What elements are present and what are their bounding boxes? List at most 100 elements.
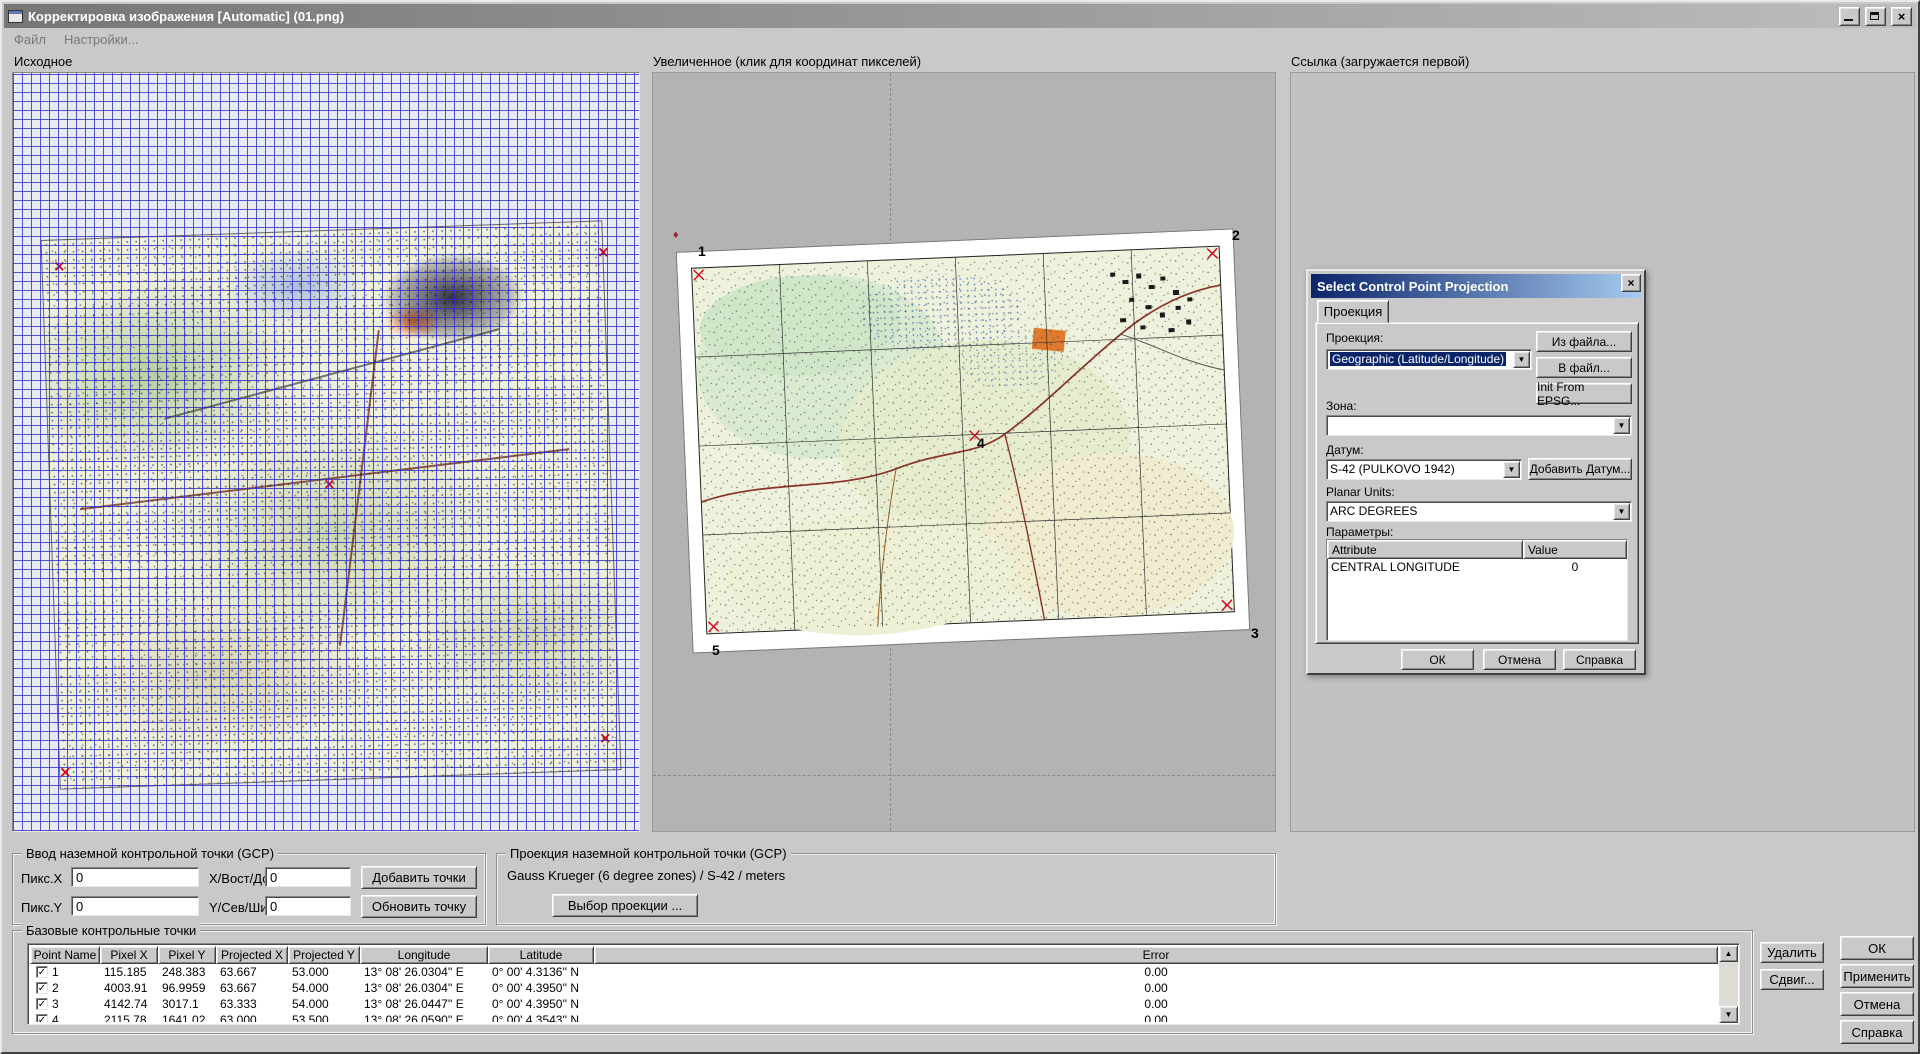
table-header-row: Point Name Pixel X Pixel Y Projected X P… — [30, 946, 1718, 964]
row-checkbox[interactable]: ✓ — [36, 998, 48, 1010]
planar-units-combobox[interactable]: ARC DEGREES ▼ — [1326, 501, 1632, 522]
parameter-attribute: CENTRAL LONGITUDE — [1327, 560, 1523, 574]
gcp-marker-1[interactable]: 1 — [698, 243, 706, 259]
pixel-y-label: Пикс.Y — [21, 900, 62, 915]
shift-button[interactable]: Сдвиг... — [1760, 969, 1824, 990]
column-header-error[interactable]: Error — [594, 946, 1718, 964]
table-row[interactable]: ✓2 4003.91 96.9959 63.667 54.000 13° 08'… — [30, 980, 1718, 996]
projection-combobox[interactable]: Geographic (Latitude/Longitude) ▼ — [1326, 349, 1532, 370]
longitude-value: 13° 08' 26.0304'' E — [360, 981, 488, 995]
longitude-value: 13° 08' 26.0304'' E — [360, 965, 488, 979]
dialog-cancel-button[interactable]: Отмена — [1483, 649, 1556, 670]
help-label: Справка — [1852, 1025, 1903, 1040]
table-scrollbar[interactable]: ▲ ▼ — [1719, 945, 1738, 1023]
point-name: 3 — [52, 997, 59, 1011]
dialog-ok-label: ОК — [1429, 653, 1445, 667]
gcp-marker-5[interactable]: 5 — [712, 642, 720, 658]
projected-y-value: 53.000 — [288, 965, 360, 979]
ok-button[interactable]: ОК — [1840, 936, 1914, 960]
column-header-latitude[interactable]: Latitude — [488, 946, 594, 964]
chevron-down-icon[interactable]: ▼ — [1503, 461, 1520, 478]
minimize-button[interactable] — [1839, 7, 1860, 26]
pixel-y-value: 248.383 — [158, 965, 216, 979]
help-button[interactable]: Справка — [1840, 1020, 1914, 1044]
gcp-marker-3[interactable]: 3 — [1251, 625, 1259, 641]
delete-point-button[interactable]: Удалить — [1760, 942, 1824, 963]
column-header-pixel-y[interactable]: Pixel Y — [158, 946, 216, 964]
dialog-title: Select Control Point Projection — [1317, 279, 1508, 294]
gcp-marker-4[interactable]: 4 — [977, 435, 985, 451]
select-projection-button[interactable]: Выбор проекции ... — [552, 894, 698, 917]
zoom-map-drawing — [677, 230, 1249, 651]
cancel-button[interactable]: Отмена — [1840, 992, 1914, 1016]
easting-input[interactable] — [265, 867, 351, 887]
map-texture — [42, 221, 621, 788]
menu-settings[interactable]: Настройки... — [64, 32, 139, 47]
datum-combobox[interactable]: S-42 (PULKOVO 1942) ▼ — [1326, 459, 1522, 480]
menu-file[interactable]: Файл — [14, 32, 46, 47]
column-header-longitude[interactable]: Longitude — [360, 946, 488, 964]
projection-combobox-value: Geographic (Latitude/Longitude) — [1330, 352, 1511, 367]
row-checkbox[interactable]: ✓ — [36, 1014, 48, 1022]
zoom-map-panel[interactable]: ♦ — [652, 72, 1276, 832]
tab-label: Проекция — [1324, 304, 1382, 319]
to-file-button[interactable]: В файл... — [1536, 357, 1632, 378]
row-checkbox[interactable]: ✓ — [36, 966, 48, 978]
parameters-table-header: Attribute Value — [1327, 540, 1627, 559]
table-row[interactable]: ✓1 115.185 248.383 63.667 53.000 13° 08'… — [30, 964, 1718, 980]
value-column-header[interactable]: Value — [1523, 540, 1627, 559]
gcp-input-group: Ввод наземной контрольной точки (GCP) Пи… — [12, 853, 486, 925]
restore-icon — [1870, 12, 1879, 20]
control-points-table: Point Name Pixel X Pixel Y Projected X P… — [27, 943, 1740, 1025]
dialog-help-button[interactable]: Справка — [1563, 649, 1636, 670]
scroll-down-button[interactable]: ▼ — [1719, 1006, 1738, 1023]
crosshair-horizontal-line — [653, 775, 1275, 776]
projected-x-value: 63.000 — [216, 1013, 288, 1022]
column-header-pixel-x[interactable]: Pixel X — [100, 946, 158, 964]
column-header-projected-x[interactable]: Projected X — [216, 946, 288, 964]
chevron-down-icon[interactable]: ▼ — [1613, 417, 1630, 434]
update-point-label: Обновить точку — [372, 899, 466, 914]
dialog-ok-button[interactable]: ОК — [1401, 649, 1474, 670]
table-row[interactable]: ✓3 4142.74 3017.1 63.333 54.000 13° 08' … — [30, 996, 1718, 1012]
pixel-x-input[interactable] — [71, 867, 199, 887]
dialog-close-button[interactable]: × — [1621, 274, 1641, 292]
latitude-value: 0° 00' 4.3950'' N — [488, 997, 594, 1011]
source-map-panel[interactable]: × × × × × — [12, 72, 640, 832]
projected-x-value: 63.333 — [216, 997, 288, 1011]
apply-label: Применить — [1843, 969, 1910, 984]
init-from-epsg-button[interactable]: Init From EPSG... — [1536, 383, 1632, 404]
gcp-marker-2[interactable]: 2 — [1232, 227, 1240, 243]
northing-input[interactable] — [265, 896, 351, 916]
error-value: 0.00 — [594, 997, 1718, 1011]
close-icon: × — [1627, 276, 1634, 290]
zone-combobox[interactable]: ▼ — [1326, 415, 1632, 436]
column-header-point-name[interactable]: Point Name — [30, 946, 100, 964]
attribute-column-header[interactable]: Attribute — [1327, 540, 1523, 559]
add-datum-button[interactable]: Добавить Датум... — [1528, 458, 1632, 480]
scroll-up-button[interactable]: ▲ — [1719, 945, 1738, 962]
gcp-projection-group: Проекция наземной контрольной точки (GCP… — [496, 853, 1276, 925]
close-button[interactable]: × — [1891, 7, 1912, 26]
from-file-button[interactable]: Из файла... — [1536, 331, 1632, 352]
from-file-label: Из файла... — [1552, 335, 1616, 349]
pixel-y-input[interactable] — [71, 896, 199, 916]
table-row[interactable]: ✓4 2115.78 1641.02 63.000 53.500 13° 08'… — [30, 1012, 1718, 1022]
apply-button[interactable]: Применить — [1840, 964, 1914, 988]
row-checkbox[interactable]: ✓ — [36, 982, 48, 994]
reference-panel-label: Ссылка (загружается первой) — [1291, 54, 1469, 69]
add-point-button[interactable]: Добавить точки — [361, 866, 477, 889]
chevron-down-icon[interactable]: ▼ — [1613, 503, 1630, 520]
arrow-down-icon: ▼ — [1725, 1010, 1733, 1019]
update-point-button[interactable]: Обновить точку — [361, 895, 477, 918]
latitude-value: 0° 00' 4.3950'' N — [488, 981, 594, 995]
dialog-tab-frame: Проекция: Geographic (Latitude/Longitude… — [1315, 322, 1639, 644]
parameter-row[interactable]: CENTRAL LONGITUDE 0 — [1327, 559, 1627, 575]
tab-projection[interactable]: Проекция — [1317, 300, 1389, 323]
column-header-projected-y[interactable]: Projected Y — [288, 946, 360, 964]
projection-dialog: Select Control Point Projection × Проекц… — [1306, 269, 1646, 675]
chevron-down-icon[interactable]: ▼ — [1513, 351, 1530, 368]
restore-button[interactable] — [1865, 7, 1886, 26]
datum-combobox-value: S-42 (PULKOVO 1942) — [1330, 462, 1501, 477]
zoom-map-image[interactable] — [677, 230, 1249, 653]
